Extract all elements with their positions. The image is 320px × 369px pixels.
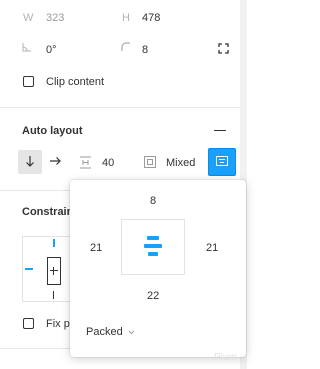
- section-divider: [0, 107, 240, 108]
- padding-icon: [144, 156, 156, 168]
- fix-position-checkbox[interactable]: [23, 318, 34, 329]
- fix-position-label: Fix p: [46, 318, 70, 330]
- width-label: W: [23, 12, 34, 24]
- corner-radius-input[interactable]: 8: [142, 44, 148, 56]
- alignment-padding-popover: 8 21 21 22 Packed: [70, 180, 246, 357]
- align-center-icon: [216, 155, 228, 169]
- padding-right-input[interactable]: 21: [206, 242, 218, 254]
- constraint-center-v: [53, 267, 54, 275]
- alignment-grid[interactable]: [121, 219, 185, 275]
- padding-top-input[interactable]: 8: [150, 195, 156, 207]
- clip-content-checkbox[interactable]: [23, 76, 34, 87]
- padding-input[interactable]: Mixed: [166, 157, 195, 169]
- direction-horizontal-button[interactable]: [46, 150, 64, 174]
- constraints-title: Constrain: [22, 206, 74, 218]
- constraint-top-handle[interactable]: [53, 239, 55, 247]
- distribution-label: Packed: [86, 326, 123, 338]
- rotation-input[interactable]: 0°: [46, 44, 57, 56]
- clip-content-label: Clip content: [46, 76, 105, 88]
- height-label: H: [122, 12, 130, 24]
- watermark-text: Plum: [214, 352, 237, 363]
- independent-corners-icon[interactable]: [218, 43, 229, 54]
- constraint-left-handle[interactable]: [25, 268, 33, 270]
- height-input[interactable]: 478: [142, 12, 160, 24]
- padding-left-input[interactable]: 21: [90, 242, 102, 254]
- constraint-box: [47, 257, 61, 285]
- distribution-dropdown[interactable]: Packed: [86, 326, 135, 338]
- rotation-icon: [22, 42, 32, 52]
- arrow-down-icon: [25, 155, 35, 170]
- spacing-input[interactable]: 40: [102, 157, 114, 169]
- direction-vertical-button[interactable]: [18, 150, 42, 174]
- arrow-right-icon: [49, 156, 61, 169]
- constraint-center-h: [50, 270, 58, 271]
- constraint-bottom-handle[interactable]: [53, 291, 54, 299]
- padding-bottom-input[interactable]: 22: [147, 290, 159, 302]
- corner-radius-icon: [121, 42, 131, 52]
- auto-layout-title: Auto layout: [22, 125, 83, 137]
- spacing-between-icon: [79, 156, 92, 169]
- remove-auto-layout-icon[interactable]: [214, 130, 226, 131]
- alignment-padding-button[interactable]: [208, 148, 236, 176]
- width-input[interactable]: 323: [46, 12, 64, 24]
- chevron-down-icon: [128, 326, 135, 338]
